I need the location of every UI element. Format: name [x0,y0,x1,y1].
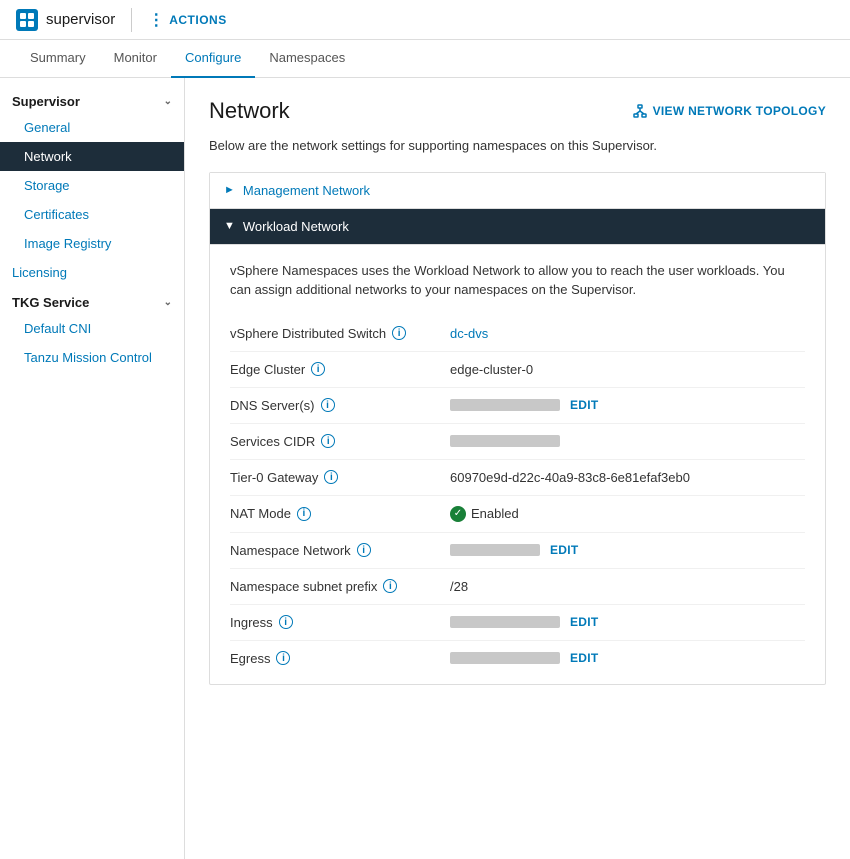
field-value-nat-mode: ✓ Enabled [450,506,805,522]
field-value-edge-cluster: edge-cluster-0 [450,362,805,377]
chevron-right-icon: ► [224,184,235,196]
sidebar-item-default-cni[interactable]: Default CNI [0,314,184,343]
field-value-services-cidr [450,435,805,447]
info-icon-edge-cluster[interactable]: i [311,362,325,376]
management-network-header[interactable]: ► Management Network [210,173,825,209]
tab-configure[interactable]: Configure [171,40,255,78]
workload-description: vSphere Namespaces uses the Workload Net… [230,261,805,300]
egress-edit-button[interactable]: EDIT [570,651,599,665]
info-icon-nat-mode[interactable]: i [297,507,311,521]
field-label-services-cidr: Services CIDR i [230,434,450,449]
field-label-vsphere-ds: vSphere Distributed Switch i [230,326,450,341]
sidebar-item-image-registry[interactable]: Image Registry [0,229,184,258]
info-icon-subnet-prefix[interactable]: i [383,579,397,593]
chevron-down-icon: ⌄ [164,96,172,107]
app-logo: supervisor [16,9,115,31]
dns-redacted [450,399,560,411]
ingress-edit-button[interactable]: EDIT [570,615,599,629]
field-label-tier0: Tier-0 Gateway i [230,470,450,485]
sidebar-section-tkg[interactable]: TKG Service ⌄ [0,287,184,314]
actions-button[interactable]: ⋮ ACTIONS [148,10,227,30]
info-icon-vsphere-ds[interactable]: i [392,326,406,340]
logo-icon [16,9,38,31]
field-value-namespace-network: EDIT [450,543,805,557]
field-row-nat-mode: NAT Mode i ✓ Enabled [230,496,805,533]
services-cidr-redacted [450,435,560,447]
workload-network-label: Workload Network [243,219,349,234]
info-icon-dns[interactable]: i [321,398,335,412]
info-icon-ingress[interactable]: i [279,615,293,629]
field-value-ingress: EDIT [450,615,805,629]
logo-svg [19,12,35,28]
namespace-network-redacted [450,544,540,556]
field-row-ingress: Ingress i EDIT [230,605,805,641]
field-row-dns: DNS Server(s) i EDIT [230,388,805,424]
content-area: Network VIEW NETWORK TOPOLOGY Below are … [185,78,850,859]
divider [131,8,132,32]
sidebar-section-supervisor-label: Supervisor [12,94,80,109]
tab-namespaces[interactable]: Namespaces [255,40,359,78]
field-value-tier0: 60970e9d-d22c-40a9-83c8-6e81efaf3eb0 [450,470,805,485]
sidebar-item-certificates[interactable]: Certificates [0,200,184,229]
nat-mode-badge: ✓ Enabled [450,506,519,522]
dns-edit-button[interactable]: EDIT [570,398,599,412]
info-icon-tier0[interactable]: i [324,470,338,484]
sidebar-item-tanzu-mc[interactable]: Tanzu Mission Control [0,343,184,372]
view-topology-button[interactable]: VIEW NETWORK TOPOLOGY [633,104,826,118]
actions-dots-icon: ⋮ [148,10,165,30]
sidebar-item-general[interactable]: General [0,113,184,142]
field-value-vsphere-ds: dc-dvs [450,326,805,341]
chevron-down-icon-tkg: ⌄ [164,297,172,308]
ingress-redacted [450,616,560,628]
field-label-edge-cluster: Edge Cluster i [230,362,450,377]
field-label-dns: DNS Server(s) i [230,398,450,413]
field-row-vsphere-ds: vSphere Distributed Switch i dc-dvs [230,316,805,352]
info-icon-services-cidr[interactable]: i [321,434,335,448]
workload-network-content: vSphere Namespaces uses the Workload Net… [210,245,825,684]
chevron-down-icon-workload: ▼ [224,220,235,232]
field-label-namespace-network: Namespace Network i [230,543,450,558]
info-icon-namespace-network[interactable]: i [357,543,371,557]
topology-icon [633,104,647,118]
sidebar-section-tkg-label: TKG Service [12,295,89,310]
tab-summary[interactable]: Summary [16,40,100,78]
field-row-subnet-prefix: Namespace subnet prefix i /28 [230,569,805,605]
vsphere-ds-link[interactable]: dc-dvs [450,326,488,341]
field-row-tier0: Tier-0 Gateway i 60970e9d-d22c-40a9-83c8… [230,460,805,496]
field-label-ingress: Ingress i [230,615,450,630]
tab-monitor[interactable]: Monitor [100,40,171,78]
sidebar-item-storage[interactable]: Storage [0,171,184,200]
field-value-dns: EDIT [450,398,805,412]
field-label-subnet-prefix: Namespace subnet prefix i [230,579,450,594]
management-network-label: Management Network [243,183,370,198]
page-title: Network [209,98,290,124]
view-topology-label: VIEW NETWORK TOPOLOGY [653,104,826,118]
field-row-services-cidr: Services CIDR i [230,424,805,460]
content-header: Network VIEW NETWORK TOPOLOGY [209,98,826,124]
enabled-check-icon: ✓ [450,506,466,522]
namespace-network-edit-button[interactable]: EDIT [550,543,579,557]
sidebar-item-network[interactable]: Network [0,142,184,171]
sidebar-section-supervisor[interactable]: Supervisor ⌄ [0,86,184,113]
egress-redacted [450,652,560,664]
field-row-edge-cluster: Edge Cluster i edge-cluster-0 [230,352,805,388]
field-label-nat-mode: NAT Mode i [230,506,450,521]
field-label-egress: Egress i [230,651,450,666]
app-name: supervisor [46,11,115,28]
actions-label: ACTIONS [169,13,227,27]
sidebar: Supervisor ⌄ General Network Storage Cer… [0,78,185,859]
field-value-egress: EDIT [450,651,805,665]
top-bar: supervisor ⋮ ACTIONS [0,0,850,40]
page-description: Below are the network settings for suppo… [209,136,826,156]
field-value-subnet-prefix: /28 [450,579,805,594]
field-row-namespace-network: Namespace Network i EDIT [230,533,805,569]
field-row-egress: Egress i EDIT [230,641,805,676]
sidebar-item-licensing[interactable]: Licensing [0,258,184,287]
network-panel: ► Management Network ▼ Workload Network … [209,172,826,685]
workload-network-header[interactable]: ▼ Workload Network [210,209,825,245]
info-icon-egress[interactable]: i [276,651,290,665]
main-layout: Supervisor ⌄ General Network Storage Cer… [0,78,850,859]
nav-tabs: Summary Monitor Configure Namespaces [0,40,850,78]
